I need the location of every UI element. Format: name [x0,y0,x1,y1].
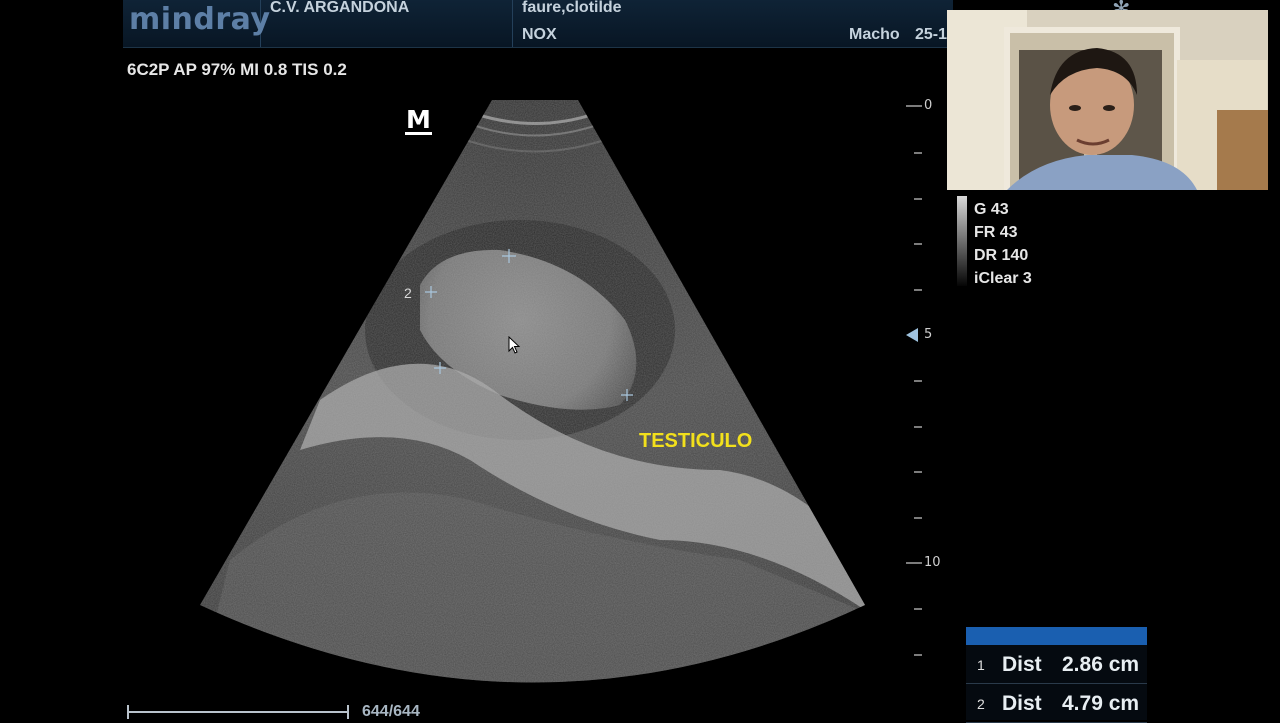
gain-gradient-bar [957,196,967,286]
frame-rate-value: FR 43 [974,224,1018,241]
measurement-row[interactable]: 2 Dist 4.79 cm [966,684,1147,723]
focus-marker-icon [906,328,918,342]
processing-parameters: G 43 FR 43 DR 140 iClear 3 [974,198,1032,290]
measurement-label: Dist [1002,653,1042,676]
presenter-video [947,10,1268,190]
cine-frame-counter: 644/644 [362,703,420,720]
webcam-overlay [947,10,1268,190]
depth-label-10: 10 [924,555,941,570]
cine-start-cap [127,705,129,719]
iclear-value: iClear 3 [974,270,1032,287]
measurement-panel: 1 Dist 2.86 cm 2 Dist 4.79 cm [966,627,1147,723]
measurement-panel-header [966,627,1147,645]
dynamic-range-value: DR 140 [974,247,1029,264]
measurement-index: 2 [977,696,985,712]
depth-label-0: 0 [924,98,933,113]
depth-label-5: 5 [924,327,933,342]
cine-track [127,711,349,713]
cine-end-cap[interactable] [347,705,349,719]
measurement-index: 1 [977,657,985,673]
measurement-label: Dist [1002,692,1042,715]
gain-value: G 43 [974,201,1009,218]
cine-progress-bar[interactable] [127,705,349,719]
measurement-value: 2.86 cm [1062,653,1140,676]
measurement-row[interactable]: 1 Dist 2.86 cm [966,645,1147,684]
measurement-value: 4.79 cm [1062,692,1140,715]
